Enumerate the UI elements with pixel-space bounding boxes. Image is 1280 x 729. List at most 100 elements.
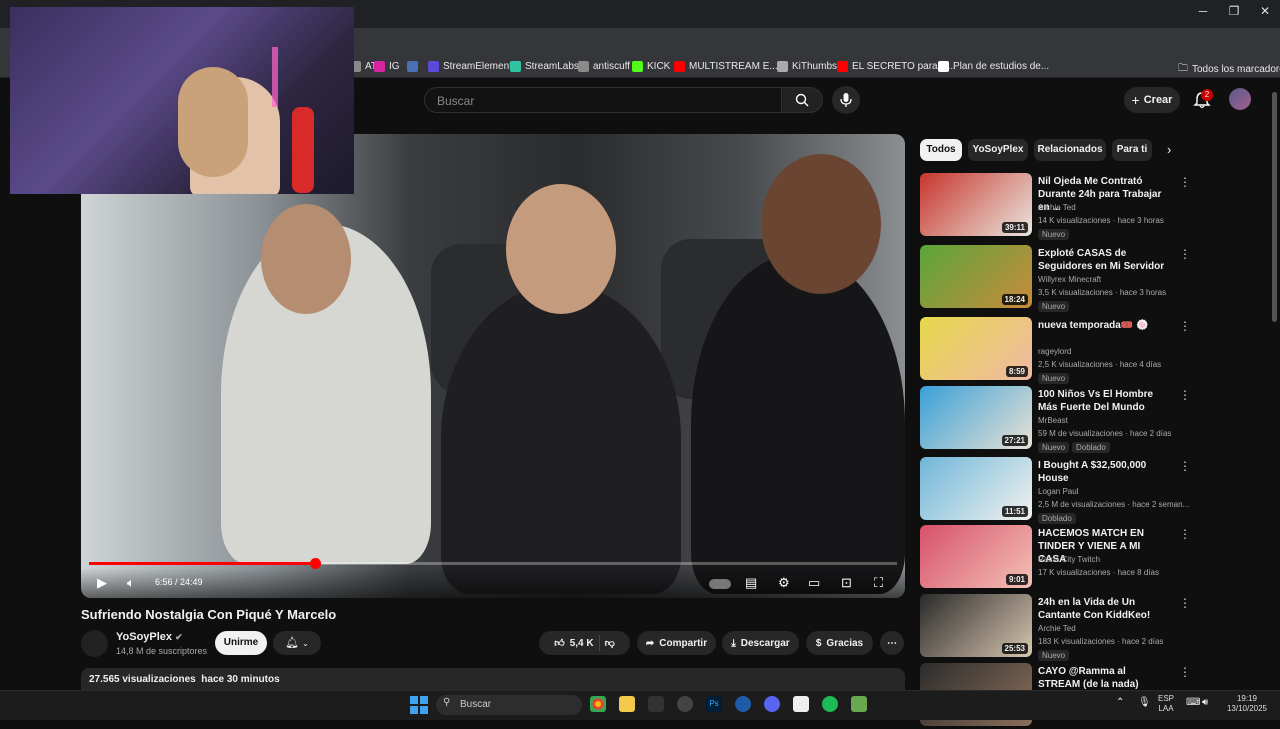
more-options-icon[interactable]: ⋮	[1179, 665, 1191, 679]
minecraft-icon[interactable]	[851, 696, 867, 712]
file-explorer-icon[interactable]	[619, 696, 635, 712]
more-options-icon[interactable]: ⋮	[1179, 247, 1191, 261]
chevron-right-icon[interactable]: ›	[1167, 142, 1171, 157]
bookmark-item[interactable]: StreamElements	[428, 61, 517, 72]
mic-tray-icon[interactable]: 🎙︎	[1138, 697, 1151, 708]
cast-icon[interactable]: ⊡	[841, 575, 852, 591]
neon-light	[272, 47, 278, 107]
share-button[interactable]: ➦ Compartir	[637, 631, 716, 655]
epic-games-icon[interactable]	[648, 696, 664, 712]
join-button[interactable]: Unirme	[215, 631, 267, 655]
obs-icon[interactable]	[677, 696, 693, 712]
bookmark-item[interactable]: KiThumbs	[777, 61, 837, 72]
photoshop-icon[interactable]: Ps	[706, 696, 722, 712]
bookmark-item[interactable]: StreamLabs	[510, 61, 579, 72]
recommendation-item[interactable]: 25:53 24h en la Vida de Un Cantante Con K…	[920, 594, 1270, 661]
notification-count-badge: 2	[1201, 89, 1213, 101]
bookmark-item[interactable]: antiscuff	[578, 61, 630, 72]
all-bookmarks[interactable]: 🗀 Todos los marcadores	[1178, 61, 1280, 78]
play-icon[interactable]: ▶	[97, 575, 107, 591]
restore-icon[interactable]: ❐	[1219, 4, 1249, 18]
capcut-app-icon[interactable]	[793, 696, 809, 712]
channel-avatar[interactable]	[81, 630, 108, 657]
bookmark-item[interactable]: IG	[374, 61, 400, 72]
discord-icon[interactable]	[764, 696, 780, 712]
microphone-prop	[292, 107, 314, 193]
taskbar-search[interactable]: Buscar	[436, 695, 582, 715]
minimize-icon[interactable]: ─	[1188, 4, 1218, 18]
recommendation-meta: 59 M de visualizaciones · hace 2 días	[1038, 429, 1172, 438]
more-options-icon[interactable]: ⋮	[1179, 459, 1191, 473]
autoplay-toggle[interactable]	[709, 579, 731, 589]
recommendation-item[interactable]: 8:59 nueva temporada🎟️ 🍥 rageylord 2,5 K vi…	[920, 317, 1270, 384]
recommendation-channel: Willyrex Minecraft	[1038, 275, 1102, 284]
chip-related[interactable]: Relacionados	[1034, 139, 1106, 161]
video-thumbnail[interactable]: 18:24	[920, 245, 1032, 308]
recommendation-meta: 14 K visualizaciones · hace 3 horas	[1038, 216, 1164, 225]
account-avatar[interactable]	[1229, 88, 1251, 110]
chip-for-you[interactable]: Para ti	[1112, 139, 1152, 161]
voice-search-button[interactable]	[832, 86, 860, 114]
folder-icon: 🗀	[1178, 63, 1188, 74]
search-button[interactable]	[781, 87, 823, 113]
recommendation-channel: Archie Ted	[1038, 203, 1076, 212]
more-options-icon[interactable]: ⋮	[1179, 596, 1191, 610]
search-icon	[795, 93, 809, 107]
chrome-icon[interactable]	[590, 696, 606, 712]
bookmark-item[interactable]	[407, 61, 422, 72]
description-box[interactable]: 27.565 visualizaciones hace 30 minutos	[81, 668, 905, 692]
subscribe-notifications-button[interactable]: 🔔︎ ⌄	[273, 631, 321, 655]
recommendation-channel: MrBeast	[1038, 416, 1068, 425]
bookmark-item[interactable]: Plan de estudios de...	[938, 61, 1049, 72]
video-thumbnail[interactable]: 11:51	[920, 457, 1032, 520]
fullscreen-icon[interactable]: ⛶	[874, 575, 883, 591]
more-options-icon[interactable]: ⋮	[1179, 175, 1191, 189]
more-actions-button[interactable]: ⋯	[880, 631, 904, 655]
settings-gear-icon[interactable]: ⚙	[778, 575, 790, 591]
recommendation-item[interactable]: 11:51 I Bought A $32,500,000 House Logan P…	[920, 457, 1270, 524]
spotify-icon[interactable]	[822, 696, 838, 712]
windows-start-icon[interactable]	[410, 696, 428, 714]
close-icon[interactable]: ✕	[1250, 4, 1280, 18]
search-input[interactable]: Buscar	[424, 87, 782, 113]
time-display: 6:56 / 24:49	[155, 577, 203, 587]
video-thumbnail[interactable]: 25:53	[920, 594, 1032, 657]
duration-badge: 11:51	[1001, 506, 1028, 517]
thumbs-up-icon: 👍︎	[554, 638, 565, 649]
theater-mode-icon[interactable]: ▭	[808, 575, 820, 591]
tray-chevron-icon[interactable]: ⌃	[1116, 697, 1124, 708]
language-indicator[interactable]: ESP LAA	[1158, 694, 1174, 714]
recommendation-item[interactable]: 39:11 Nil Ojeda Me Contrató Durante 24h p…	[920, 173, 1270, 240]
thanks-button[interactable]: $ Gracias	[806, 631, 873, 655]
video-thumbnail[interactable]: 27:21	[920, 386, 1032, 449]
bookmark-item[interactable]: KICK	[632, 61, 670, 72]
thumbs-down-icon[interactable]: 👎︎	[605, 637, 615, 649]
more-options-icon[interactable]: ⋮	[1179, 319, 1191, 333]
create-button[interactable]: + Crear	[1124, 87, 1180, 113]
mic-icon	[840, 93, 852, 107]
scrollbar[interactable]	[1272, 92, 1277, 322]
video-thumbnail[interactable]: 9:01	[920, 525, 1032, 588]
video-thumbnail[interactable]: 8:59	[920, 317, 1032, 380]
video-thumbnail[interactable]: 39:11	[920, 173, 1032, 236]
download-button[interactable]: ⤓ Descargar	[722, 631, 799, 655]
bookmark-item[interactable]: MULTISTREAM E...	[674, 61, 778, 72]
recommendation-item[interactable]: 18:24 Exploté CASAS de Seguidores en Mi S…	[920, 245, 1270, 312]
chip-todos[interactable]: Todos	[920, 139, 962, 161]
network-icon[interactable]: ⌨	[1186, 697, 1200, 708]
clock[interactable]: 19:19 13/10/2025	[1222, 694, 1272, 714]
capcut-icon[interactable]	[735, 696, 751, 712]
recommendation-item[interactable]: 9:01 HACEMOS MATCH EN TINDER Y VIENE A MI…	[920, 525, 1270, 591]
more-options-icon[interactable]: ⋮	[1179, 527, 1191, 541]
channel-name[interactable]: YoSoyPlex ✔	[116, 631, 183, 643]
chip-channel[interactable]: YoSoyPlex	[968, 139, 1028, 161]
recommendation-meta: 3,5 K visualizaciones · hace 3 horas	[1038, 288, 1167, 297]
recommendation-item[interactable]: 27:21 100 Niños Vs El Hombre Más Fuerte D…	[920, 386, 1270, 453]
speaker-icon[interactable]: 🔊︎	[1202, 697, 1208, 708]
volume-icon[interactable]: 🔈︎	[127, 575, 135, 591]
like-dislike-group: 👍︎ 5,4 K 👎︎	[539, 631, 630, 655]
like-button[interactable]: 👍︎ 5,4 K	[554, 637, 593, 650]
more-options-icon[interactable]: ⋮	[1179, 388, 1191, 402]
video-player[interactable]: ▶ 🔈︎ 6:56 / 24:49 ▤ ⚙ ▭ ⊡ ⛶	[81, 134, 905, 598]
subtitles-icon[interactable]: ▤	[745, 575, 757, 591]
